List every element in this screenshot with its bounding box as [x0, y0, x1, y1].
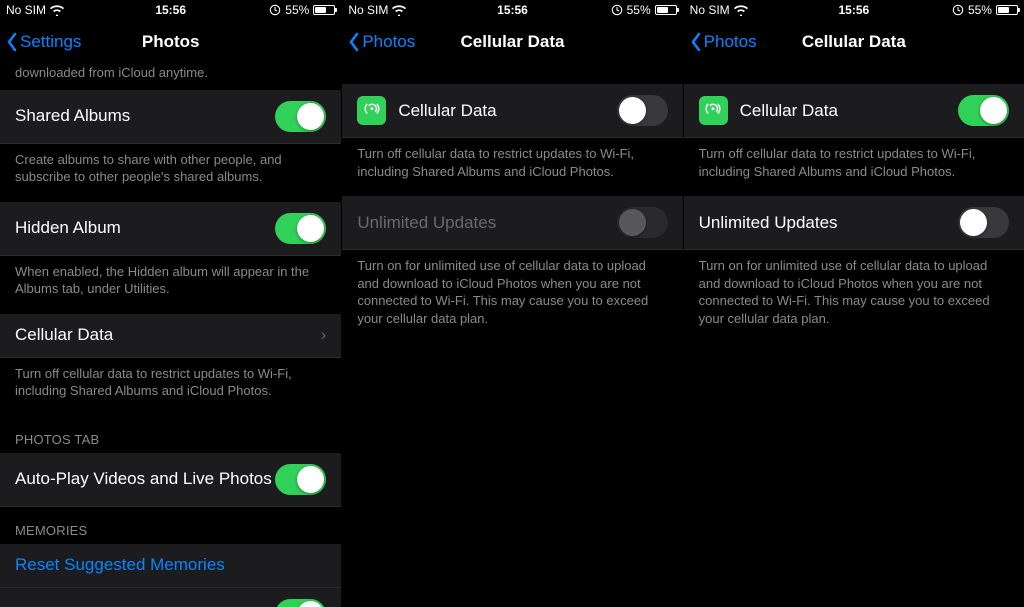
chevron-left-icon: [6, 32, 18, 52]
autoplay-label: Auto-Play Videos and Live Photos: [15, 469, 272, 489]
back-button[interactable]: Settings: [6, 32, 81, 52]
cellular-data-footer: Turn off cellular data to restrict updat…: [342, 138, 682, 196]
shared-albums-footer: Create albums to share with other people…: [0, 144, 341, 202]
unlimited-updates-cell[interactable]: Unlimited Updates: [684, 196, 1024, 250]
status-bar: No SIM 15:56 55%: [0, 0, 341, 20]
screen-cellular-on: No SIM 15:56 55% Photos Cellular Data Ce…: [683, 0, 1024, 607]
back-label: Photos: [362, 32, 415, 52]
cellular-data-label: Cellular Data: [398, 101, 496, 121]
battery-icon: [655, 5, 677, 15]
shared-albums-toggle[interactable]: [275, 101, 326, 132]
status-bar: No SIM 15:56 55%: [342, 0, 682, 20]
battery-icon: [996, 5, 1018, 15]
status-bar: No SIM 15:56 55%: [684, 0, 1024, 20]
clock: 15:56: [0, 3, 341, 17]
unlimited-updates-footer: Turn on for unlimited use of cellular da…: [342, 250, 682, 343]
back-button[interactable]: Photos: [348, 32, 415, 52]
cellular-data-label: Cellular Data: [15, 325, 113, 345]
holiday-cell[interactable]: Show Holiday Events: [0, 588, 341, 607]
unlimited-updates-toggle: [617, 207, 668, 238]
cellular-data-cell[interactable]: Cellular Data: [684, 84, 1024, 138]
battery-fill: [657, 7, 668, 13]
cellular-data-cell[interactable]: Cellular Data ›: [0, 314, 341, 358]
hidden-album-label: Hidden Album: [15, 218, 121, 238]
cellular-data-footer: Turn off cellular data to restrict updat…: [0, 358, 341, 416]
screen-cellular-off: No SIM 15:56 55% Photos Cellular Data Ce…: [341, 0, 682, 607]
photos-tab-header: PHOTOS TAB: [0, 416, 341, 453]
autoplay-cell[interactable]: Auto-Play Videos and Live Photos: [0, 453, 341, 507]
back-button[interactable]: Photos: [690, 32, 757, 52]
nav-bar: Photos Cellular Data: [684, 20, 1024, 64]
antenna-icon: [699, 96, 728, 125]
hidden-album-toggle[interactable]: [275, 213, 326, 244]
memories-header: MEMORIES: [0, 507, 341, 544]
unlimited-updates-label: Unlimited Updates: [699, 213, 838, 233]
back-label: Settings: [20, 32, 81, 52]
unlimited-updates-footer: Turn on for unlimited use of cellular da…: [684, 250, 1024, 343]
shared-albums-cell[interactable]: Shared Albums: [0, 90, 341, 144]
cellular-data-footer: Turn off cellular data to restrict updat…: [684, 138, 1024, 196]
battery-icon: [313, 5, 335, 15]
chevron-left-icon: [348, 32, 360, 52]
reset-memories-label: Reset Suggested Memories: [15, 555, 225, 575]
holiday-toggle[interactable]: [275, 599, 326, 607]
clock: 15:56: [342, 3, 682, 17]
chevron-right-icon: ›: [321, 325, 327, 345]
nav-bar: Photos Cellular Data: [342, 20, 682, 64]
unlimited-updates-label: Unlimited Updates: [357, 213, 496, 233]
reset-memories-cell[interactable]: Reset Suggested Memories: [0, 544, 341, 588]
cellular-data-label: Cellular Data: [740, 101, 838, 121]
battery-fill: [315, 7, 326, 13]
cellular-data-toggle[interactable]: [958, 95, 1009, 126]
hidden-album-cell[interactable]: Hidden Album: [0, 202, 341, 256]
truncated-footer-top: downloaded from iCloud anytime.: [0, 64, 341, 90]
back-label: Photos: [704, 32, 757, 52]
nav-bar: Settings Photos: [0, 20, 341, 64]
cellular-data-toggle[interactable]: [617, 95, 668, 126]
unlimited-updates-toggle[interactable]: [958, 207, 1009, 238]
clock: 15:56: [684, 3, 1024, 17]
unlimited-updates-cell: Unlimited Updates: [342, 196, 682, 250]
screen-photos-settings: No SIM 15:56 55% Settings Photos downloa…: [0, 0, 341, 607]
chevron-left-icon: [690, 32, 702, 52]
shared-albums-label: Shared Albums: [15, 106, 130, 126]
hidden-album-footer: When enabled, the Hidden album will appe…: [0, 256, 341, 314]
antenna-icon: [357, 96, 386, 125]
cellular-data-cell[interactable]: Cellular Data: [342, 84, 682, 138]
battery-fill: [998, 7, 1009, 13]
autoplay-toggle[interactable]: [275, 464, 326, 495]
